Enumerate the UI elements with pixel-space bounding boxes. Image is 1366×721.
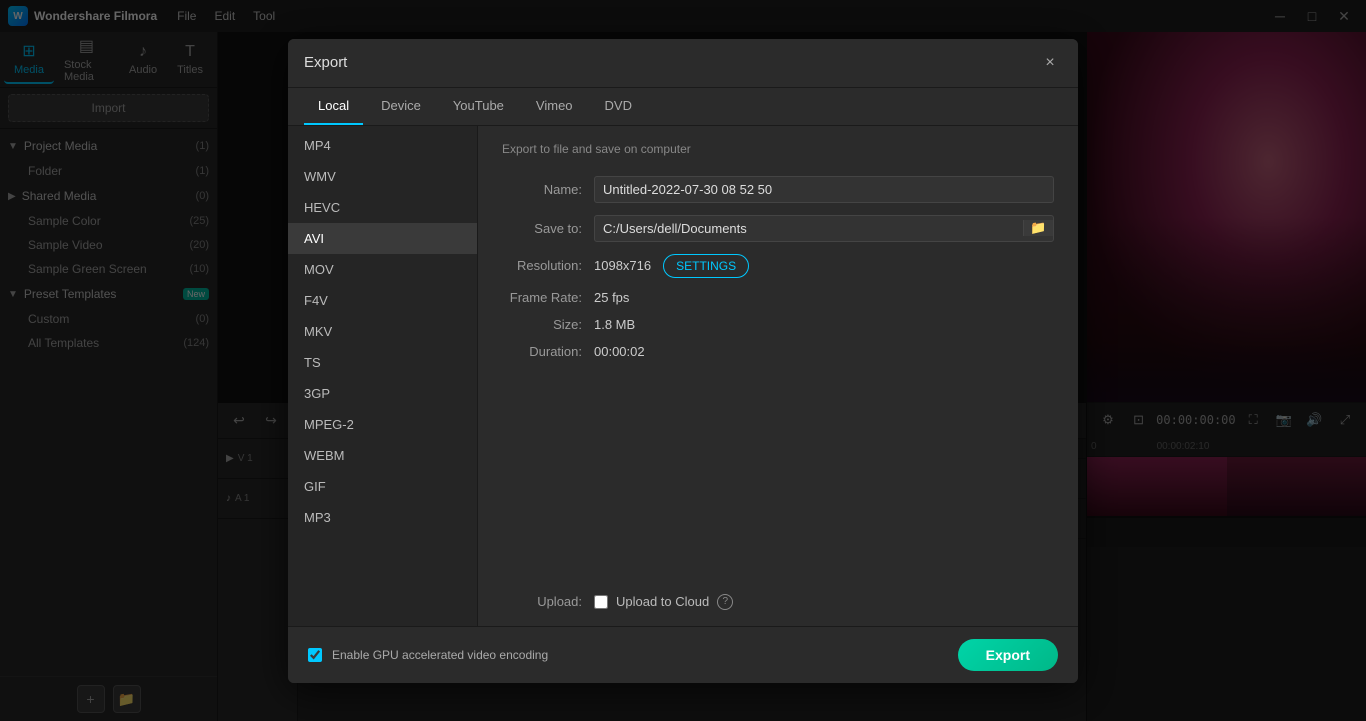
modal-overlay: Export × Local Device YouTube Vimeo DVD … bbox=[0, 0, 1366, 721]
format-webm[interactable]: WEBM bbox=[288, 440, 477, 471]
duration-row: Duration: 00:00:02 bbox=[502, 344, 1054, 359]
format-list: MP4 WMV HEVC AVI MOV F4V MKV TS 3GP MPEG… bbox=[288, 126, 478, 626]
upload-cloud-row: Upload to Cloud ? bbox=[594, 594, 733, 610]
help-icon[interactable]: ? bbox=[717, 594, 733, 610]
format-3gp[interactable]: 3GP bbox=[288, 378, 477, 409]
settings-description: Export to file and save on computer bbox=[502, 142, 1054, 156]
size-label: Size: bbox=[502, 317, 582, 332]
save-to-input-wrapper: 📁 bbox=[594, 215, 1054, 242]
format-ts[interactable]: TS bbox=[288, 347, 477, 378]
upload-label: Upload: bbox=[502, 594, 582, 609]
size-value: 1.8 MB bbox=[594, 317, 635, 332]
frame-rate-label: Frame Rate: bbox=[502, 290, 582, 305]
name-label: Name: bbox=[502, 182, 582, 197]
format-mov[interactable]: MOV bbox=[288, 254, 477, 285]
duration-value: 00:00:02 bbox=[594, 344, 645, 359]
format-mpeg2[interactable]: MPEG-2 bbox=[288, 409, 477, 440]
save-to-input[interactable] bbox=[595, 216, 1023, 241]
dialog-close-button[interactable]: × bbox=[1038, 51, 1062, 75]
gpu-label: Enable GPU accelerated video encoding bbox=[332, 648, 548, 662]
tab-device[interactable]: Device bbox=[367, 88, 435, 125]
tab-youtube[interactable]: YouTube bbox=[439, 88, 518, 125]
upload-cloud-checkbox[interactable] bbox=[594, 595, 608, 609]
upload-cloud-label: Upload to Cloud bbox=[616, 594, 709, 609]
frame-rate-value: 25 fps bbox=[594, 290, 629, 305]
format-wmv[interactable]: WMV bbox=[288, 161, 477, 192]
dialog-body: MP4 WMV HEVC AVI MOV F4V MKV TS 3GP MPEG… bbox=[288, 126, 1078, 626]
size-row: Size: 1.8 MB bbox=[502, 317, 1054, 332]
spacer bbox=[502, 371, 1054, 582]
save-to-label: Save to: bbox=[502, 221, 582, 236]
dialog-title: Export bbox=[304, 54, 347, 71]
dialog-tabs: Local Device YouTube Vimeo DVD bbox=[288, 88, 1078, 126]
save-to-row: Save to: 📁 bbox=[502, 215, 1054, 242]
resolution-value: 1098x716 bbox=[594, 258, 651, 273]
format-mp4[interactable]: MP4 bbox=[288, 130, 477, 161]
export-dialog: Export × Local Device YouTube Vimeo DVD … bbox=[288, 39, 1078, 683]
format-f4v[interactable]: F4V bbox=[288, 285, 477, 316]
tab-local[interactable]: Local bbox=[304, 88, 363, 125]
frame-rate-row: Frame Rate: 25 fps bbox=[502, 290, 1054, 305]
dialog-header: Export × bbox=[288, 39, 1078, 88]
format-avi[interactable]: AVI bbox=[288, 223, 477, 254]
gpu-checkbox[interactable] bbox=[308, 648, 322, 662]
format-hevc[interactable]: HEVC bbox=[288, 192, 477, 223]
name-input[interactable] bbox=[594, 176, 1054, 203]
format-mkv[interactable]: MKV bbox=[288, 316, 477, 347]
tab-vimeo[interactable]: Vimeo bbox=[522, 88, 587, 125]
upload-row: Upload: Upload to Cloud ? bbox=[502, 594, 1054, 610]
name-row: Name: bbox=[502, 176, 1054, 203]
tab-dvd[interactable]: DVD bbox=[591, 88, 646, 125]
dialog-footer: Enable GPU accelerated video encoding Ex… bbox=[288, 626, 1078, 683]
settings-button[interactable]: SETTINGS bbox=[663, 254, 749, 278]
export-button[interactable]: Export bbox=[958, 639, 1058, 671]
browse-button[interactable]: 📁 bbox=[1023, 220, 1053, 236]
format-gif[interactable]: GIF bbox=[288, 471, 477, 502]
settings-panel: Export to file and save on computer Name… bbox=[478, 126, 1078, 626]
resolution-label: Resolution: bbox=[502, 258, 582, 273]
duration-label: Duration: bbox=[502, 344, 582, 359]
resolution-row: Resolution: 1098x716 SETTINGS bbox=[502, 254, 1054, 278]
format-mp3[interactable]: MP3 bbox=[288, 502, 477, 533]
